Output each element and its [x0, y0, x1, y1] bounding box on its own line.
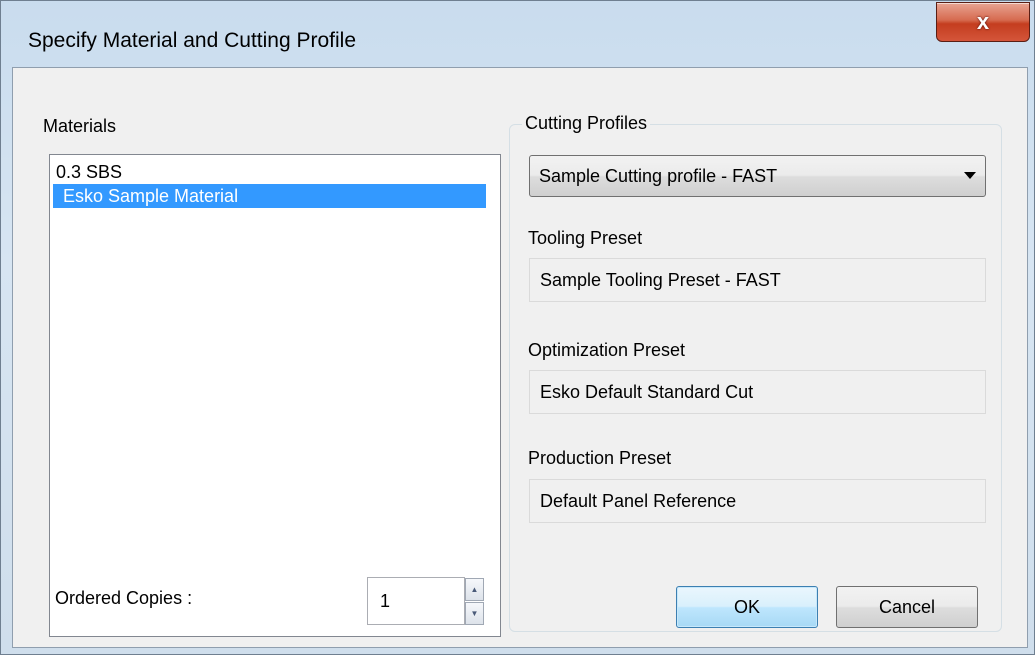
chevron-down-icon	[964, 172, 976, 179]
cancel-button[interactable]: Cancel	[836, 586, 978, 628]
cutting-profiles-label: Cutting Profiles	[522, 113, 651, 134]
list-item[interactable]: Esko Sample Material	[53, 184, 486, 208]
title-bar[interactable]: Specify Material and Cutting Profile	[1, 1, 1034, 67]
optimization-preset-field: Esko Default Standard Cut	[529, 370, 986, 414]
arrow-down-icon: ▼	[470, 609, 479, 618]
dialog-window: Specify Material and Cutting Profile x M…	[0, 0, 1035, 655]
window-title: Specify Material and Cutting Profile	[28, 29, 356, 52]
close-icon: x	[976, 9, 990, 34]
arrow-up-icon: ▲	[470, 585, 479, 594]
spin-up-button[interactable]: ▲	[465, 578, 484, 601]
ok-button[interactable]: OK	[676, 586, 818, 628]
materials-label: Materials	[43, 116, 117, 136]
ordered-copies-input[interactable]: 1	[367, 577, 465, 625]
dialog-client-area: Materials 0.3 SBS Esko Sample Material O…	[12, 67, 1028, 648]
materials-listbox[interactable]: 0.3 SBS Esko Sample Material	[49, 154, 501, 637]
ordered-copies-label: Ordered Copies :	[55, 588, 193, 608]
production-preset-label: Production Preset	[528, 448, 672, 468]
production-preset-field: Default Panel Reference	[529, 479, 986, 523]
optimization-preset-label: Optimization Preset	[528, 340, 686, 360]
close-button[interactable]: x	[936, 2, 1030, 42]
cutting-profile-selected: Sample Cutting profile - FAST	[539, 166, 778, 186]
tooling-preset-label: Tooling Preset	[528, 228, 643, 248]
spin-down-button[interactable]: ▼	[465, 602, 484, 625]
tooling-preset-field: Sample Tooling Preset - FAST	[529, 258, 986, 302]
cutting-profile-dropdown[interactable]: Sample Cutting profile - FAST	[529, 155, 986, 197]
list-item[interactable]: 0.3 SBS	[53, 160, 486, 184]
